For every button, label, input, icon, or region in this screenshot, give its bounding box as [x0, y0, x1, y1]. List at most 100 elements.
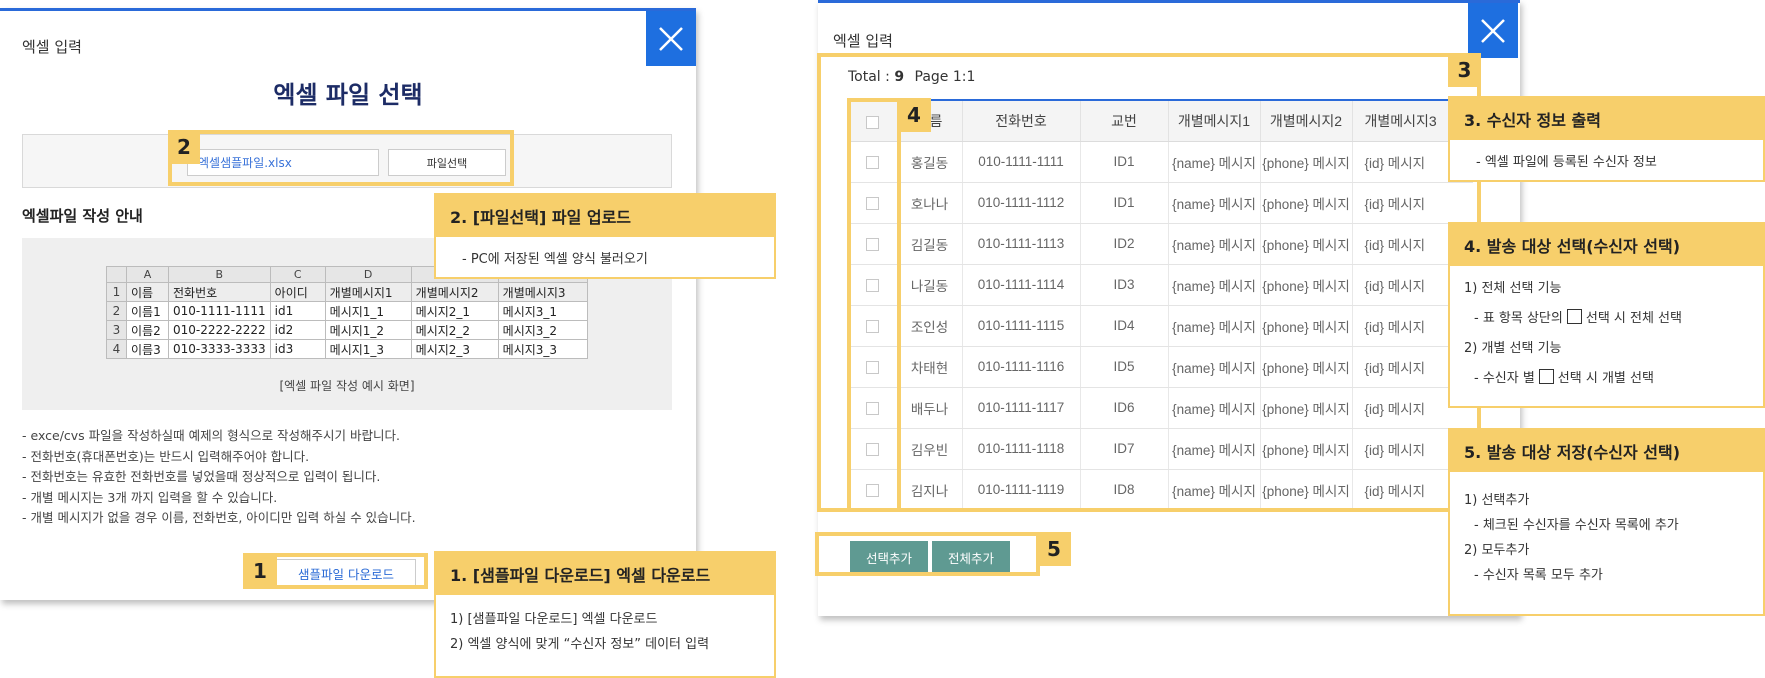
recipient-table: 이름 전화번호 교번 개별메시지1 개별메시지2 개별메시지3 홍길동 010-… [848, 101, 1473, 511]
cell-name: 홍길동 [896, 141, 962, 183]
total-count: 9 [894, 69, 905, 85]
sheet-cell: 메시지3_1 [497, 301, 588, 321]
checkbox-icon [1538, 369, 1554, 384]
table-row: 김지나 010-1111-1119 ID8 {name} 메시지 {phone}… [848, 469, 1473, 511]
callout-text-part: - 수신자 별 [1474, 371, 1535, 386]
guide-notes: - exce/cvs 파일을 작성하실때 예제의 형식으로 작성해주시기 바랍니… [22, 426, 416, 529]
row-checkbox[interactable] [865, 442, 879, 456]
row-number: 2 [106, 301, 127, 321]
callout-title: 5. 발송 대상 저장(수신자 선택) [1450, 430, 1763, 472]
sheet-cell: 메시지3_3 [497, 339, 588, 359]
col-header: D [324, 266, 412, 283]
row-checkbox[interactable] [865, 319, 879, 333]
row-number: 3 [106, 320, 127, 340]
col-header: C [269, 266, 326, 283]
row-checkbox[interactable] [865, 278, 879, 292]
file-select-button[interactable]: 파일선택 [388, 149, 506, 176]
add-selected-button[interactable]: 선택추가 [850, 541, 928, 573]
row-number: 4 [106, 339, 127, 359]
cell-message-3: {id} 메시지 [1351, 182, 1473, 224]
cell-message-2: {phone} 메시지 [1259, 469, 1352, 511]
sheet-caption: [엑셀 파일 작성 예시 화면] [279, 379, 415, 393]
close-button[interactable] [646, 11, 696, 66]
file-name-field[interactable]: 엑셀샘플파일.xlsx [187, 149, 379, 176]
cell-name: 조인성 [896, 305, 962, 347]
cell-name: 김지나 [896, 469, 962, 511]
page-title: 엑셀 파일 선택 [273, 81, 423, 109]
note-item: - 전화번호는 유효한 전화번호를 넣었을때 정상적으로 입력이 됩니다. [22, 469, 381, 484]
callout-sample-download: 1. [샘플파일 다운로드] 엑셀 다운로드 1) [샘플파일 다운로드] 엑셀… [434, 551, 776, 678]
callout-text: - 체크된 수신자를 수신자 목록에 추가 [1474, 518, 1679, 533]
sheet-cell: 아이디 [269, 282, 326, 302]
callout-text: - 수신자 목록 모두 추가 [1474, 568, 1603, 583]
callout-save-target: 5. 발송 대상 저장(수신자 선택) 1) 선택추가 - 체크된 수신자를 수… [1448, 428, 1765, 616]
cell-name: 배두나 [896, 387, 962, 429]
row-checkbox[interactable] [865, 155, 879, 169]
sheet-cell: 메시지1_2 [324, 320, 412, 340]
callout-text: 2) 개별 선택 기능 [1464, 341, 1562, 356]
col-header: A [126, 266, 169, 283]
cell-message-2: {phone} 메시지 [1259, 223, 1352, 265]
sheet-cell: 메시지3_2 [497, 320, 588, 340]
table-row: 나길동 010-1111-1114 ID3 {name} 메시지 {phone}… [848, 264, 1473, 306]
sheet-cell: 010-3333-3333 [168, 339, 271, 359]
sheet-cell: id3 [269, 339, 326, 359]
callout-select-target: 4. 발송 대상 선택(수신자 선택) 1) 전체 선택 기능 - 표 항목 상… [1448, 222, 1765, 408]
cell-phone: 010-1111-1117 [961, 387, 1080, 429]
row-checkbox[interactable] [865, 360, 879, 374]
cell-id: ID7 [1079, 428, 1168, 470]
col-header: B [168, 266, 271, 283]
row-checkbox[interactable] [865, 237, 879, 251]
cell-message-1: {name} 메시지 [1167, 264, 1260, 306]
select-all-header [848, 101, 897, 142]
cell-name: 김우빈 [896, 428, 962, 470]
sheet-cell: id2 [269, 320, 326, 340]
callout-text: - PC에 저장된 엑셀 양식 불러오기 [462, 252, 648, 267]
sheet-cell: 메시지2_2 [410, 320, 499, 340]
checkbox-icon [1566, 309, 1582, 324]
table-row: 배두나 010-1111-1117 ID6 {name} 메시지 {phone}… [848, 387, 1473, 429]
table-row: 김길동 010-1111-1113 ID2 {name} 메시지 {phone}… [848, 223, 1473, 265]
cell-name: 김길동 [896, 223, 962, 265]
step-number-1: 1 [243, 553, 277, 589]
note-item: - 개별 메시지는 3개 까지 입력을 할 수 있습니다. [22, 489, 278, 505]
excel-file-select-dialog: 엑셀 입력 엑셀 파일 선택 엑셀샘플파일.xlsx 파일선택 엑셀파일 작성 … [0, 8, 696, 600]
sheet-cell: id1 [269, 301, 326, 321]
cell-message-1: {name} 메시지 [1167, 182, 1260, 224]
cell-phone: 010-1111-1113 [961, 223, 1080, 265]
sample-download-button[interactable]: 샘플파일 다운로드 [276, 559, 416, 587]
step-number-4: 4 [897, 98, 931, 132]
cell-id: ID2 [1079, 223, 1168, 265]
row-checkbox[interactable] [865, 196, 879, 210]
step-number-3: 3 [1448, 53, 1481, 87]
cell-message-2: {phone} 메시지 [1259, 305, 1352, 347]
table-row: 김우빈 010-1111-1118 ID7 {name} 메시지 {phone}… [848, 428, 1473, 470]
callout-title: 2. [파일선택] 파일 업로드 [436, 195, 774, 237]
row-checkbox[interactable] [865, 401, 879, 415]
cell-message-1: {name} 메시지 [1167, 346, 1260, 388]
dialog-title: 엑셀 입력 [833, 32, 893, 50]
note-item: - 전화번호(휴대폰번호)는 반드시 입력해주어야 합니다. [22, 448, 310, 464]
cell-message-2: {phone} 메시지 [1259, 387, 1352, 429]
cell-message-2: {phone} 메시지 [1259, 264, 1352, 306]
cell-phone: 010-1111-1118 [961, 428, 1080, 470]
cell-phone: 010-1111-1119 [961, 469, 1080, 511]
step-number-5: 5 [1037, 532, 1071, 566]
cell-name: 나길동 [896, 264, 962, 306]
add-all-button[interactable]: 전체추가 [932, 541, 1010, 573]
note-item: - 개별 메시지가 없을 경우 이름, 전화번호, 아이디만 입력 하실 수 있… [22, 510, 416, 525]
cell-message-1: {name} 메시지 [1167, 387, 1260, 429]
record-summary: Total : 9 Page 1:1 [848, 69, 975, 85]
cell-id: ID1 [1079, 141, 1168, 183]
cell-phone: 010-1111-1114 [961, 264, 1080, 306]
cell-id: ID3 [1079, 264, 1168, 306]
cell-id: ID5 [1079, 346, 1168, 388]
sheet-cell: 메시지1_1 [324, 301, 412, 321]
cell-message-1: {name} 메시지 [1167, 469, 1260, 511]
close-icon [1481, 18, 1505, 43]
callout-title: 4. 발송 대상 선택(수신자 선택) [1450, 224, 1763, 266]
select-all-checkbox[interactable] [865, 115, 879, 129]
sheet-cell: 010-1111-1111 [168, 301, 271, 321]
row-checkbox[interactable] [865, 483, 879, 497]
close-button[interactable] [1468, 3, 1518, 58]
